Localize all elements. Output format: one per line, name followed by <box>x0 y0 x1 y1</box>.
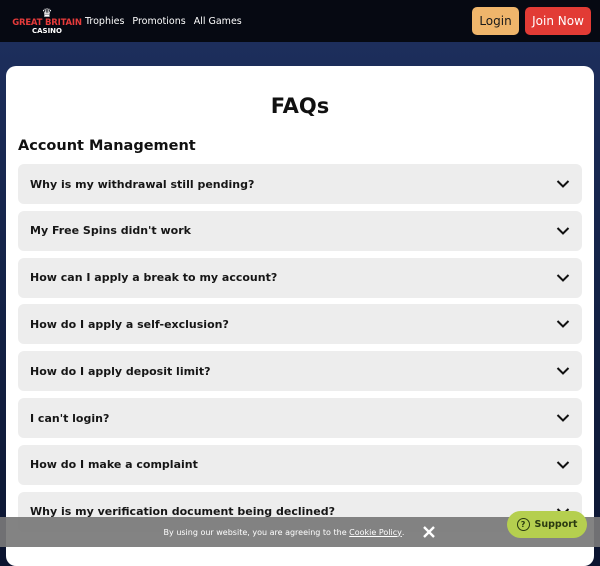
faq-question: How can I apply a break to my account? <box>30 271 278 285</box>
faq-question: How do I apply a self-exclusion? <box>30 317 229 331</box>
login-button[interactable]: Login <box>472 7 519 35</box>
join-now-button[interactable]: Join Now <box>525 7 591 35</box>
faq-question: I can't login? <box>30 411 110 425</box>
faq-item[interactable]: My Free Spins didn't work <box>18 210 582 251</box>
cookie-text-end: . <box>401 527 405 537</box>
faq-card: FAQs Account Management Why is my withdr… <box>6 66 594 566</box>
faq-item[interactable]: How do I apply a self-exclusion? <box>18 304 582 345</box>
faq-question: Why is my withdrawal still pending? <box>30 177 255 191</box>
faq-item[interactable]: Why is my withdrawal still pending? <box>18 164 582 204</box>
cookie-policy-link[interactable]: Cookie Policy <box>349 528 402 537</box>
chevron-down-icon <box>556 273 570 282</box>
faq-question: How do I make a complaint <box>30 458 198 472</box>
main-nav: Trophies Promotions All Games <box>85 16 242 27</box>
chevron-down-icon <box>556 320 570 329</box>
cookie-text: By using our website, you are agreeing t… <box>163 527 347 537</box>
faq-item[interactable]: How do I apply deposit limit? <box>18 351 582 392</box>
chevron-down-icon <box>556 227 570 235</box>
nav-promotions[interactable]: Promotions <box>132 16 185 27</box>
chevron-down-icon <box>556 414 570 422</box>
chevron-down-icon <box>556 180 570 188</box>
logo[interactable]: ♛ GREAT BRITAIN CASINO <box>9 7 85 35</box>
help-icon: ? <box>516 518 530 531</box>
faq-item[interactable]: How can I apply a break to my account? <box>18 257 582 298</box>
faq-item[interactable]: How do I make a complaint <box>18 444 582 485</box>
page-title: FAQs <box>270 94 330 118</box>
nav-trophies[interactable]: Trophies <box>85 16 124 27</box>
faq-item[interactable]: I can't login? <box>18 398 582 438</box>
faq-question: My Free Spins didn't work <box>30 224 191 238</box>
close-icon[interactable] <box>422 525 436 539</box>
support-button[interactable]: ? Support <box>507 511 587 538</box>
section-heading: Account Management <box>18 138 196 154</box>
nav-all-games[interactable]: All Games <box>194 16 242 27</box>
chevron-down-icon <box>556 461 570 469</box>
chevron-down-icon <box>556 367 570 376</box>
logo-subtext: CASINO <box>31 26 62 35</box>
support-label: Support <box>534 519 578 530</box>
header: ♛ GREAT BRITAIN CASINO Trophies Promotio… <box>0 0 600 42</box>
faq-question: How do I apply deposit limit? <box>30 364 211 378</box>
